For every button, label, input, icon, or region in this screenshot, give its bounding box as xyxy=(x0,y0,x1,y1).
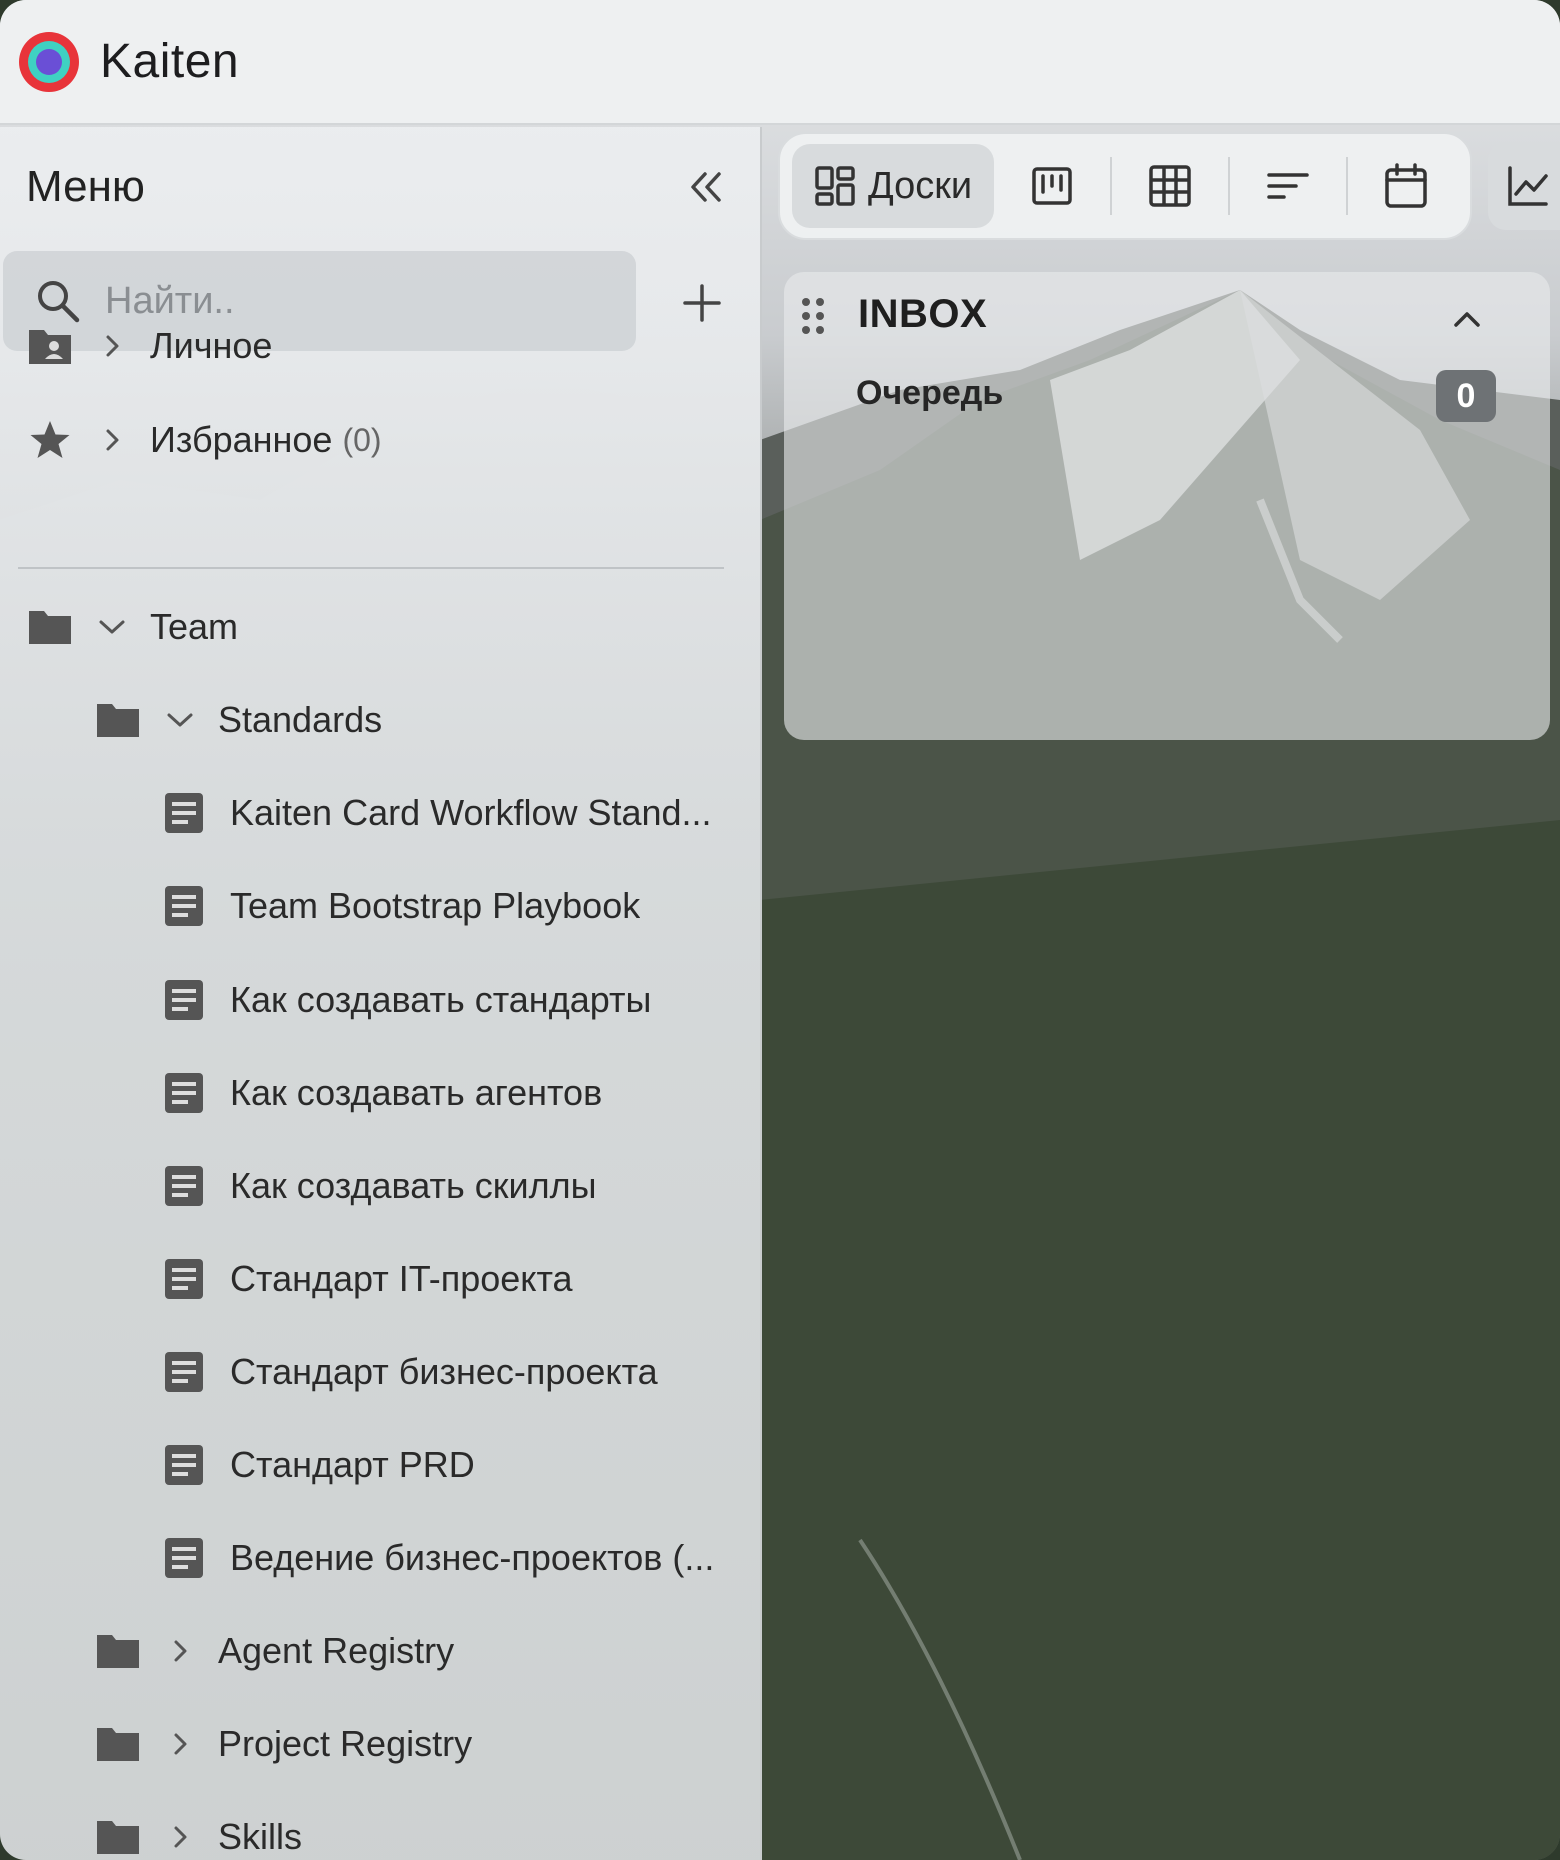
tree-folder-standards[interactable]: Standards xyxy=(94,685,382,755)
tree-document[interactable]: Kaiten Card Workflow Stand... xyxy=(160,778,720,848)
list-view-button[interactable] xyxy=(1230,144,1346,228)
list-view-icon xyxy=(1267,173,1309,199)
title-bar: Kaiten xyxy=(0,0,1560,125)
board-view-icon xyxy=(1032,167,1072,205)
tree-item-label: Agent Registry xyxy=(218,1630,455,1671)
add-button[interactable] xyxy=(672,273,732,333)
table-view-button[interactable] xyxy=(1112,144,1228,228)
drag-handle-icon[interactable] xyxy=(798,296,828,340)
app-title: Kaiten xyxy=(100,35,240,88)
inbox-column: INBOX Очередь 0 xyxy=(784,272,1550,740)
kaiten-logo-icon xyxy=(19,31,79,92)
tree-item-label: Team xyxy=(150,606,239,647)
collapse-sidebar-button[interactable] xyxy=(682,163,730,211)
document-icon xyxy=(160,1255,208,1303)
menu-title: Меню xyxy=(26,162,145,211)
tree-document[interactable]: Стандарт бизнес-проекта xyxy=(160,1337,720,1407)
tree-document[interactable]: Ведение бизнес-проектов (... xyxy=(160,1523,730,1593)
menu-header: Меню xyxy=(26,157,730,217)
personal-folder-icon xyxy=(26,322,74,370)
tree-item-label: Skills xyxy=(218,1816,303,1857)
document-label: Как создавать скиллы xyxy=(230,1165,597,1206)
board-view-button[interactable] xyxy=(994,144,1110,228)
calendar-view-button[interactable] xyxy=(1348,144,1464,228)
tree-item-label: Project Registry xyxy=(218,1723,473,1764)
document-icon xyxy=(160,882,208,930)
folder-icon xyxy=(94,1813,142,1860)
folder-icon xyxy=(94,1627,142,1675)
document-icon xyxy=(160,1069,208,1117)
document-icon xyxy=(160,1348,208,1396)
dashboard-icon xyxy=(815,166,855,206)
document-label: Как создавать агентов xyxy=(230,1072,603,1113)
tree-document[interactable]: Team Bootstrap Playbook xyxy=(160,871,720,941)
collapse-inbox-button[interactable] xyxy=(1444,296,1490,342)
tree-folder-project-registry[interactable]: Project Registry xyxy=(94,1709,472,1779)
boards-view-button[interactable]: Доски xyxy=(792,144,995,228)
sidebar-item-personal[interactable]: Личное xyxy=(26,311,272,381)
double-chevron-left-icon xyxy=(691,172,721,202)
document-icon xyxy=(160,1162,208,1210)
sidebar-divider xyxy=(18,567,724,569)
chart-icon xyxy=(1508,166,1548,206)
tree-document[interactable]: Как создавать агентов xyxy=(160,1058,720,1128)
folder-icon xyxy=(94,696,142,744)
inbox-title: INBOX xyxy=(858,292,988,336)
document-icon xyxy=(160,1534,208,1582)
sidebar: Меню Л xyxy=(0,127,762,1860)
plus-icon xyxy=(683,284,721,322)
tree-folder-skills[interactable]: Skills xyxy=(94,1802,302,1860)
chevron-down-icon[interactable] xyxy=(160,700,200,740)
document-label: Team Bootstrap Playbook xyxy=(230,885,641,926)
sidebar-item-favorites[interactable]: Избранное (0) xyxy=(26,405,382,475)
tree-folder-team[interactable]: Team xyxy=(26,592,238,662)
chart-view-button[interactable] xyxy=(1488,142,1560,230)
document-label: Стандарт бизнес-проекта xyxy=(230,1351,658,1392)
document-icon xyxy=(160,976,208,1024)
chevron-down-icon[interactable] xyxy=(92,607,132,647)
queue-label: Очередь xyxy=(856,374,1004,412)
chevron-up-icon xyxy=(1454,312,1480,327)
view-toolbar: Доски xyxy=(778,132,1472,240)
tree-document[interactable]: Как создавать скиллы xyxy=(160,1151,720,1221)
queue-count-badge: 0 xyxy=(1436,370,1496,422)
folder-icon xyxy=(94,1720,142,1768)
chevron-right-icon[interactable] xyxy=(160,1724,200,1764)
table-view-icon xyxy=(1149,165,1191,207)
document-label: Стандарт PRD xyxy=(230,1444,475,1485)
chevron-right-icon[interactable] xyxy=(160,1631,200,1671)
tree-document[interactable]: Как создавать стандарты xyxy=(160,965,720,1035)
document-label: Kaiten Card Workflow Stand... xyxy=(230,792,712,833)
tree-folder-agent-registry[interactable]: Agent Registry xyxy=(94,1616,454,1686)
favorites-count: (0) xyxy=(342,421,382,458)
sidebar-item-label: Избранное xyxy=(150,419,333,460)
calendar-icon xyxy=(1385,163,1427,208)
folder-icon xyxy=(26,603,74,651)
tree-document[interactable]: Стандарт PRD xyxy=(160,1430,720,1500)
tree-item-label: Standards xyxy=(218,699,383,740)
boards-label: Доски xyxy=(868,164,973,207)
star-icon xyxy=(26,416,74,464)
chevron-right-icon[interactable] xyxy=(92,420,132,460)
tree-document[interactable]: Стандарт IT-проекта xyxy=(160,1244,720,1314)
document-label: Стандарт IT-проекта xyxy=(230,1258,573,1299)
sidebar-item-label: Личное xyxy=(150,325,273,366)
document-label: Ведение бизнес-проектов (... xyxy=(230,1537,715,1578)
chevron-right-icon[interactable] xyxy=(160,1817,200,1857)
document-label: Как создавать стандарты xyxy=(230,979,652,1020)
app-window: Kaiten Меню Найти.. Личное Избранное (0)… xyxy=(0,0,1560,1860)
document-icon xyxy=(160,789,208,837)
chevron-right-icon[interactable] xyxy=(92,326,132,366)
document-icon xyxy=(160,1441,208,1489)
